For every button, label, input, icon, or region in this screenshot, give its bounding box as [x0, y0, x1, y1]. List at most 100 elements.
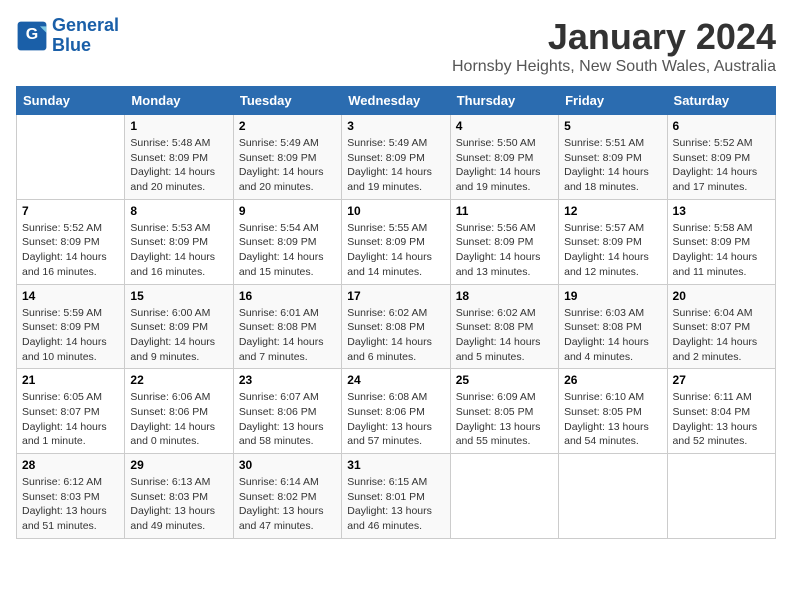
day-number: 23	[239, 373, 336, 387]
calendar-cell: 7Sunrise: 5:52 AMSunset: 8:09 PMDaylight…	[17, 199, 125, 284]
calendar-cell: 26 Sunrise: 6:10 AMSunset: 8:05 PMDayligh…	[559, 369, 667, 454]
day-number: 4	[456, 119, 553, 133]
page-header: G General Blue January 2024 Hornsby Heig…	[16, 16, 776, 76]
day-info: Sunrise: 5:50 AMSunset: 8:09 PMDaylight:…	[456, 136, 553, 195]
day-number: 2	[239, 119, 336, 133]
calendar-cell: 19 Sunrise: 6:03 AMSunset: 8:08 PMDayligh…	[559, 284, 667, 369]
weekday-header-sunday: Sunday	[17, 87, 125, 115]
day-info: Sunrise: 5:53 AMSunset: 8:09 PMDaylight:…	[130, 221, 227, 280]
day-info: Sunrise: 5:49 AMSunset: 8:09 PMDaylight:…	[239, 136, 336, 195]
calendar-title: January 2024	[452, 16, 776, 58]
calendar-cell: 3 Sunrise: 5:49 AMSunset: 8:09 PMDaylight…	[342, 115, 450, 200]
day-number: 11	[456, 204, 553, 218]
calendar-cell: 11 Sunrise: 5:56 AMSunset: 8:09 PMDayligh…	[450, 199, 558, 284]
calendar-cell: 22 Sunrise: 6:06 AMSunset: 8:06 PMDayligh…	[125, 369, 233, 454]
day-number: 16	[239, 289, 336, 303]
day-info: Sunrise: 5:52 AMSunset: 8:09 PMDaylight:…	[673, 136, 770, 195]
calendar-cell: 20Sunrise: 6:04 AMSunset: 8:07 PMDayligh…	[667, 284, 775, 369]
day-info: Sunrise: 5:54 AMSunset: 8:09 PMDaylight:…	[239, 221, 336, 280]
day-number: 12	[564, 204, 661, 218]
calendar-cell: 13 Sunrise: 5:58 AMSunset: 8:09 PMDayligh…	[667, 199, 775, 284]
day-info: Sunrise: 5:49 AMSunset: 8:09 PMDaylight:…	[347, 136, 444, 195]
logo: G General Blue	[16, 16, 119, 56]
calendar-cell: 9Sunrise: 5:54 AMSunset: 8:09 PMDaylight…	[233, 199, 341, 284]
logo-text: General Blue	[52, 16, 119, 56]
title-area: January 2024 Hornsby Heights, New South …	[452, 16, 776, 76]
day-number: 25	[456, 373, 553, 387]
calendar-cell	[667, 454, 775, 539]
calendar-cell: 25 Sunrise: 6:09 AMSunset: 8:05 PMDayligh…	[450, 369, 558, 454]
calendar-cell: 27Sunrise: 6:11 AMSunset: 8:04 PMDayligh…	[667, 369, 775, 454]
day-info: Sunrise: 6:13 AMSunset: 8:03 PMDaylight:…	[130, 475, 227, 534]
day-info: Sunrise: 5:59 AMSunset: 8:09 PMDaylight:…	[22, 306, 119, 365]
calendar-cell: 5Sunrise: 5:51 AMSunset: 8:09 PMDaylight…	[559, 115, 667, 200]
day-info: Sunrise: 5:57 AMSunset: 8:09 PMDaylight:…	[564, 221, 661, 280]
day-number: 7	[22, 204, 119, 218]
day-info: Sunrise: 6:08 AMSunset: 8:06 PMDaylight:…	[347, 390, 444, 449]
calendar-cell: 8 Sunrise: 5:53 AMSunset: 8:09 PMDaylight…	[125, 199, 233, 284]
day-number: 5	[564, 119, 661, 133]
calendar-cell: 24 Sunrise: 6:08 AMSunset: 8:06 PMDayligh…	[342, 369, 450, 454]
calendar-cell: 31 Sunrise: 6:15 AMSunset: 8:01 PMDayligh…	[342, 454, 450, 539]
day-number: 13	[673, 204, 770, 218]
calendar-cell: 2 Sunrise: 5:49 AMSunset: 8:09 PMDaylight…	[233, 115, 341, 200]
day-number: 21	[22, 373, 119, 387]
calendar-cell: 28 Sunrise: 6:12 AMSunset: 8:03 PMDayligh…	[17, 454, 125, 539]
day-info: Sunrise: 6:04 AMSunset: 8:07 PMDaylight:…	[673, 306, 770, 365]
day-number: 22	[130, 373, 227, 387]
calendar-cell: 12 Sunrise: 5:57 AMSunset: 8:09 PMDayligh…	[559, 199, 667, 284]
day-info: Sunrise: 6:02 AMSunset: 8:08 PMDaylight:…	[456, 306, 553, 365]
calendar-cell: 10 Sunrise: 5:55 AMSunset: 8:09 PMDayligh…	[342, 199, 450, 284]
weekday-header-thursday: Thursday	[450, 87, 558, 115]
calendar-cell: 14 Sunrise: 5:59 AMSunset: 8:09 PMDayligh…	[17, 284, 125, 369]
day-number: 6	[673, 119, 770, 133]
day-info: Sunrise: 5:58 AMSunset: 8:09 PMDaylight:…	[673, 221, 770, 280]
day-number: 17	[347, 289, 444, 303]
day-info: Sunrise: 6:12 AMSunset: 8:03 PMDaylight:…	[22, 475, 119, 534]
day-info: Sunrise: 5:56 AMSunset: 8:09 PMDaylight:…	[456, 221, 553, 280]
calendar-table: SundayMondayTuesdayWednesdayThursdayFrid…	[16, 86, 776, 539]
day-info: Sunrise: 5:48 AMSunset: 8:09 PMDaylight:…	[130, 136, 227, 195]
day-info: Sunrise: 6:06 AMSunset: 8:06 PMDaylight:…	[130, 390, 227, 449]
calendar-cell: 6 Sunrise: 5:52 AMSunset: 8:09 PMDaylight…	[667, 115, 775, 200]
calendar-cell	[450, 454, 558, 539]
day-number: 10	[347, 204, 444, 218]
calendar-cell	[559, 454, 667, 539]
calendar-cell: 30Sunrise: 6:14 AMSunset: 8:02 PMDayligh…	[233, 454, 341, 539]
day-number: 18	[456, 289, 553, 303]
logo-icon: G	[16, 20, 48, 52]
weekday-header-saturday: Saturday	[667, 87, 775, 115]
day-info: Sunrise: 6:07 AMSunset: 8:06 PMDaylight:…	[239, 390, 336, 449]
day-number: 27	[673, 373, 770, 387]
day-info: Sunrise: 6:09 AMSunset: 8:05 PMDaylight:…	[456, 390, 553, 449]
day-number: 8	[130, 204, 227, 218]
calendar-cell: 21Sunrise: 6:05 AMSunset: 8:07 PMDayligh…	[17, 369, 125, 454]
calendar-cell: 16 Sunrise: 6:01 AMSunset: 8:08 PMDayligh…	[233, 284, 341, 369]
calendar-cell: 18 Sunrise: 6:02 AMSunset: 8:08 PMDayligh…	[450, 284, 558, 369]
weekday-header-tuesday: Tuesday	[233, 87, 341, 115]
day-number: 3	[347, 119, 444, 133]
day-number: 24	[347, 373, 444, 387]
day-number: 30	[239, 458, 336, 472]
svg-text:G: G	[26, 26, 38, 43]
day-info: Sunrise: 6:03 AMSunset: 8:08 PMDaylight:…	[564, 306, 661, 365]
day-number: 1	[130, 119, 227, 133]
day-number: 14	[22, 289, 119, 303]
calendar-cell	[17, 115, 125, 200]
calendar-subtitle: Hornsby Heights, New South Wales, Austra…	[452, 58, 776, 76]
day-info: Sunrise: 6:00 AMSunset: 8:09 PMDaylight:…	[130, 306, 227, 365]
day-info: Sunrise: 5:55 AMSunset: 8:09 PMDaylight:…	[347, 221, 444, 280]
day-info: Sunrise: 6:15 AMSunset: 8:01 PMDaylight:…	[347, 475, 444, 534]
calendar-cell: 1 Sunrise: 5:48 AMSunset: 8:09 PMDaylight…	[125, 115, 233, 200]
calendar-cell: 29 Sunrise: 6:13 AMSunset: 8:03 PMDayligh…	[125, 454, 233, 539]
calendar-cell: 4 Sunrise: 5:50 AMSunset: 8:09 PMDaylight…	[450, 115, 558, 200]
day-number: 26	[564, 373, 661, 387]
day-info: Sunrise: 6:01 AMSunset: 8:08 PMDaylight:…	[239, 306, 336, 365]
calendar-cell: 23 Sunrise: 6:07 AMSunset: 8:06 PMDayligh…	[233, 369, 341, 454]
day-number: 29	[130, 458, 227, 472]
day-number: 31	[347, 458, 444, 472]
day-info: Sunrise: 6:10 AMSunset: 8:05 PMDaylight:…	[564, 390, 661, 449]
day-number: 19	[564, 289, 661, 303]
day-number: 28	[22, 458, 119, 472]
weekday-header-monday: Monday	[125, 87, 233, 115]
